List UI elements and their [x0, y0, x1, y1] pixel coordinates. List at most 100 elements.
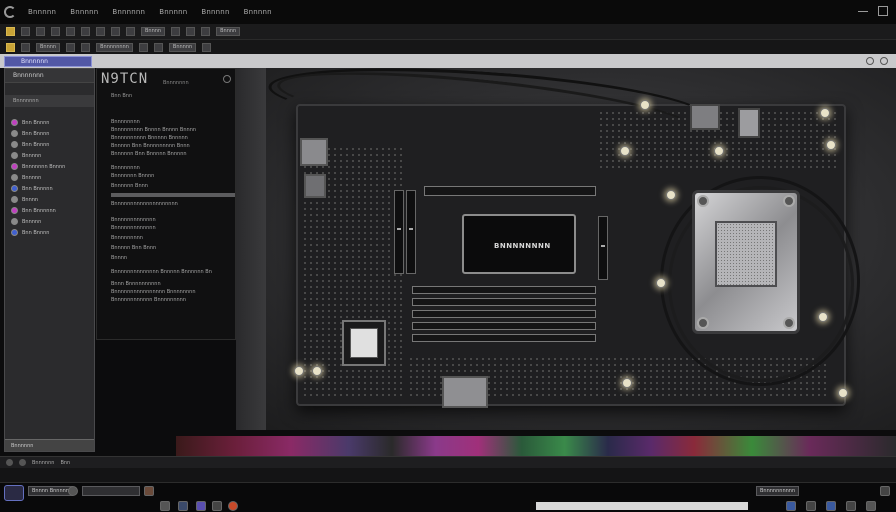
tab-active[interactable]: Bnnnnnn [4, 56, 92, 67]
menu-item-3[interactable]: Bnnnnnn [112, 8, 145, 16]
menu-item-1[interactable]: Bnnnnn [28, 8, 56, 16]
toolbar-icon-11[interactable] [201, 27, 211, 36]
menu-item-6[interactable]: Bnnnnn [244, 8, 272, 16]
app-icon[interactable] [196, 501, 206, 511]
capacitor-light [820, 108, 830, 118]
window-controls [858, 6, 888, 16]
status-text-2: Bnn [60, 459, 71, 466]
capacitor-light [294, 366, 304, 376]
sidebar-item[interactable]: Bnnnnn [5, 216, 94, 227]
toolbar2-icon-3[interactable] [81, 42, 91, 52]
pin-icon[interactable] [866, 57, 874, 65]
socket-screw-icon [783, 317, 795, 329]
capacitor-light [622, 378, 632, 388]
toolbar-icon-5[interactable] [81, 27, 90, 36]
capacitor-light [818, 312, 828, 322]
eps-connector [738, 108, 760, 138]
socket-screw-icon [697, 317, 709, 329]
settings-icon[interactable] [223, 75, 231, 83]
toolbar2-icon-4[interactable] [138, 42, 148, 52]
toolbar2-button-a[interactable]: Bnnnn [36, 42, 61, 52]
menu-item-4[interactable]: Bnnnnn [159, 8, 187, 16]
menu-item-5[interactable]: Bnnnnn [201, 8, 229, 16]
taskbar-button-2[interactable]: Bnnnnnnnnnn [756, 486, 800, 496]
selection-highlight [111, 193, 235, 197]
notification-icon[interactable] [880, 486, 890, 496]
toolbar-icon-10[interactable] [186, 27, 196, 36]
app-logo-icon [4, 6, 16, 18]
taskbar-icon[interactable] [212, 501, 222, 511]
separator-row [0, 468, 896, 482]
color-timeline-strip[interactable] [176, 436, 896, 456]
browser-icon[interactable] [178, 501, 188, 511]
ram-slot-2 [412, 298, 596, 306]
toolbar2-button-c[interactable]: Bnnnnn [168, 42, 197, 52]
sidebar-item-label: Bnn Bnnnn [22, 119, 50, 126]
toolbar-icon-1[interactable] [21, 27, 30, 36]
viewport-ruler [236, 68, 266, 430]
sidebar-item[interactable]: Bnn Bnnnn [5, 117, 94, 128]
minimize-icon[interactable] [858, 6, 868, 12]
tray-icon[interactable] [846, 501, 856, 511]
toolbar2-icon-2[interactable] [66, 42, 76, 52]
status-icon [6, 459, 13, 466]
browser-icon[interactable] [228, 501, 238, 511]
tray-icon[interactable] [826, 501, 836, 511]
capacitor-light [656, 278, 666, 288]
sidebar-item[interactable]: Bnn Bnnnn [5, 128, 94, 139]
record-icon[interactable] [68, 486, 78, 496]
menu-item-2[interactable]: Bnnnnn [70, 8, 98, 16]
capacitor-light [620, 146, 630, 156]
toolbar2-icon-1[interactable] [21, 42, 30, 52]
sidebar-item[interactable]: Bnnnn [5, 194, 94, 205]
taskbar-button-1[interactable]: Bnnnn Bnnnnn [28, 486, 73, 496]
toolbar-icon-3[interactable] [51, 27, 60, 36]
toolbar2-icon-6[interactable] [202, 42, 212, 52]
property-line: Bnnnnn Bnn Bnnn [111, 245, 157, 251]
sidebar-item[interactable]: Bnn Bnnnn [5, 139, 94, 150]
toolbar-icon-8[interactable] [126, 27, 135, 36]
toolbar-button-a[interactable]: Bnnnn [141, 27, 166, 36]
property-line: Bnnn Bnnnnnnnnnn [111, 281, 161, 287]
toolbar-icon-4[interactable] [66, 27, 75, 36]
toolbar-icon-6[interactable] [96, 27, 105, 36]
property-line: Bnnnnnnnn [111, 165, 140, 171]
taskbar-icon[interactable] [160, 501, 170, 511]
sidebar-item[interactable]: Bnnnnnnn Bnnnn [5, 161, 94, 172]
toolbar2-icon-5[interactable] [153, 42, 163, 52]
property-line: Bnnnnnnnnnnnnnn Bnnnnn Bnnnnnn Bn [111, 269, 212, 275]
toolbar-button-b[interactable]: Bnnnn [216, 27, 241, 36]
taskbar-field[interactable] [82, 486, 140, 496]
layer-icon [11, 130, 18, 137]
tray-icon[interactable] [806, 501, 816, 511]
toolbar2-button-b[interactable]: Bnnnnnnnn [96, 42, 133, 52]
toolbar-icon-7[interactable] [111, 27, 120, 36]
chipset: BNNNNNNNN [462, 214, 576, 274]
star-icon[interactable] [6, 42, 15, 52]
sidebar-item[interactable]: Bnnnnn [5, 150, 94, 161]
sidebar-item-label: Bnnnnn [22, 152, 42, 159]
layer-icon [11, 174, 18, 181]
layer-icon [11, 141, 18, 148]
tray-icon[interactable] [866, 501, 876, 511]
app-icon[interactable] [144, 486, 154, 496]
toolbar-icon-2[interactable] [36, 27, 45, 36]
start-menu-icon[interactable] [4, 485, 24, 501]
close-icon[interactable] [880, 57, 888, 65]
sidebar-item[interactable]: Bnn Bnnnn [5, 227, 94, 238]
property-line: Bnnnnnnnnnnnnnnnn Bnnnnnnnn [111, 289, 196, 295]
property-line: Bnnnn [111, 255, 128, 261]
folder-icon[interactable] [6, 27, 15, 36]
tray-icon[interactable] [786, 501, 796, 511]
sidebar-item[interactable]: Bnn Bnnnnn [5, 183, 94, 194]
sidebar-item[interactable]: Bnn Bnnnnnn [5, 205, 94, 216]
sidebar-item[interactable]: Bnnnnn [5, 172, 94, 183]
sidebar-item-label: Bnn Bnnnn [22, 229, 50, 236]
cpu-contact-area [715, 221, 777, 287]
maximize-icon[interactable] [878, 6, 888, 16]
sidebar-item-label: Bnn Bnnnnnn [22, 207, 56, 214]
sidebar-footer[interactable]: Bnnnnnn [5, 439, 94, 451]
property-line: Bnnnnnnnnnnnnn [111, 225, 156, 231]
menu-bar: Bnnnnn Bnnnnn Bnnnnnn Bnnnnn Bnnnnn Bnnn… [0, 0, 896, 24]
toolbar-icon-9[interactable] [171, 27, 181, 36]
